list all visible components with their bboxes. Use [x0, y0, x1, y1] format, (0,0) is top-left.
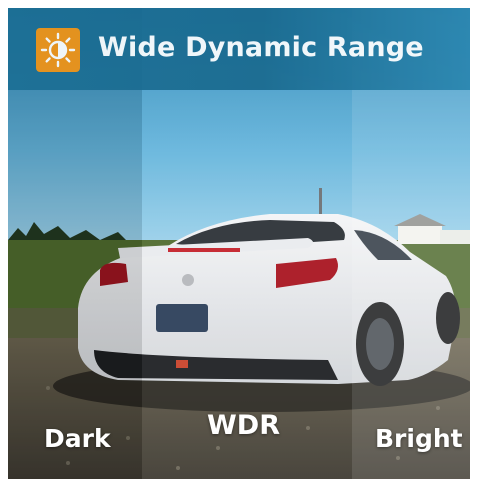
wdr-comparison-card: Wide Dynamic Range Dark WDR Bright	[8, 8, 470, 479]
dark-label: Dark	[44, 424, 111, 453]
title-bar: Wide Dynamic Range	[8, 8, 470, 90]
bright-label: Bright	[375, 424, 463, 453]
page-title: Wide Dynamic Range	[98, 32, 424, 63]
sun-brightness-icon	[36, 28, 80, 72]
wdr-label: WDR	[207, 410, 280, 441]
